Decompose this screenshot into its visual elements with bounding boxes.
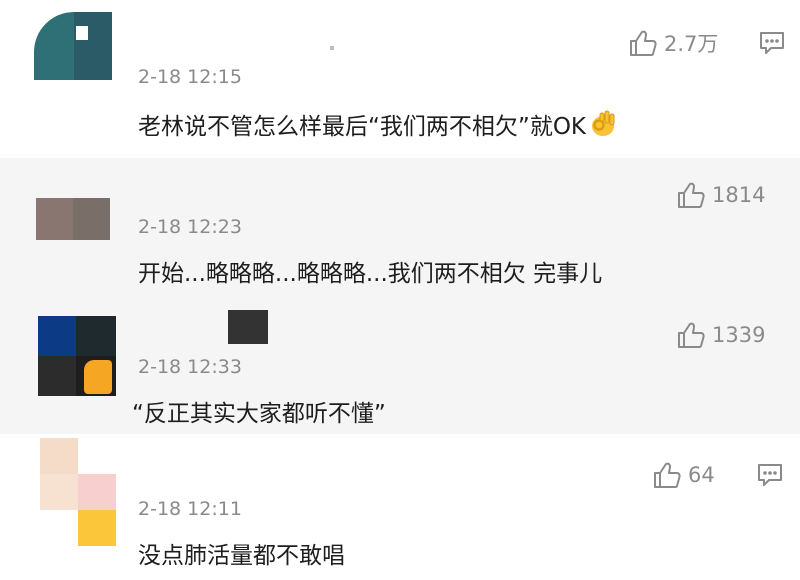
thumbs-up-icon — [628, 28, 658, 58]
comment-text: 没点肺活量都不敢唱 — [138, 543, 345, 569]
comment-text: “反正其实大家都听不懂” — [132, 401, 386, 427]
comment-text: 开始...略略略...略略略...我们两不相欠 完事儿 — [138, 261, 603, 287]
comment-item: 2-18 12:23 开始...略略略...略略略...我们两不相欠 完事儿 1… — [0, 158, 800, 298]
like-button[interactable]: 1814 — [676, 180, 765, 210]
like-count: 1339 — [712, 323, 766, 347]
thumbs-up-icon — [676, 320, 706, 350]
avatar[interactable] — [40, 438, 116, 546]
avatar[interactable] — [34, 12, 112, 80]
thumbs-up-icon — [652, 460, 682, 490]
comment-item: 2-18 12:33 “反正其实大家都听不懂” 1339 — [0, 298, 800, 434]
like-button[interactable]: 1339 — [676, 320, 765, 350]
comment-timestamp: 2-18 12:33 — [138, 356, 242, 378]
comment-timestamp: 2-18 12:15 — [138, 66, 242, 88]
comment-timestamp: 2-18 12:23 — [138, 216, 242, 238]
like-count: 2.7万 — [664, 32, 719, 56]
ok-hand-emoji-icon — [588, 108, 618, 144]
comment-item: 2-18 12:15 老林说不管怎么样最后“我们两不相欠”就OK 2.7万 — [0, 0, 800, 158]
comment-reply-icon[interactable] — [756, 462, 784, 492]
avatar[interactable] — [38, 316, 116, 396]
avatar[interactable] — [36, 198, 110, 240]
username-redacted — [228, 310, 268, 344]
like-button[interactable]: 64 — [652, 460, 715, 490]
comment-text: 老林说不管怎么样最后“我们两不相欠”就OK — [138, 107, 618, 144]
username-redacted — [330, 46, 334, 50]
thumbs-up-icon — [676, 180, 706, 210]
comment-timestamp: 2-18 12:11 — [138, 498, 242, 520]
comment-item: 2-18 12:11 没点肺活量都不敢唱 64 — [0, 434, 800, 580]
comment-text-content: 老林说不管怎么样最后“我们两不相欠”就OK — [138, 114, 587, 140]
comment-reply-icon[interactable] — [758, 30, 786, 60]
like-button[interactable]: 2.7万 — [628, 28, 718, 58]
like-count: 64 — [688, 463, 715, 487]
like-count: 1814 — [712, 183, 766, 207]
